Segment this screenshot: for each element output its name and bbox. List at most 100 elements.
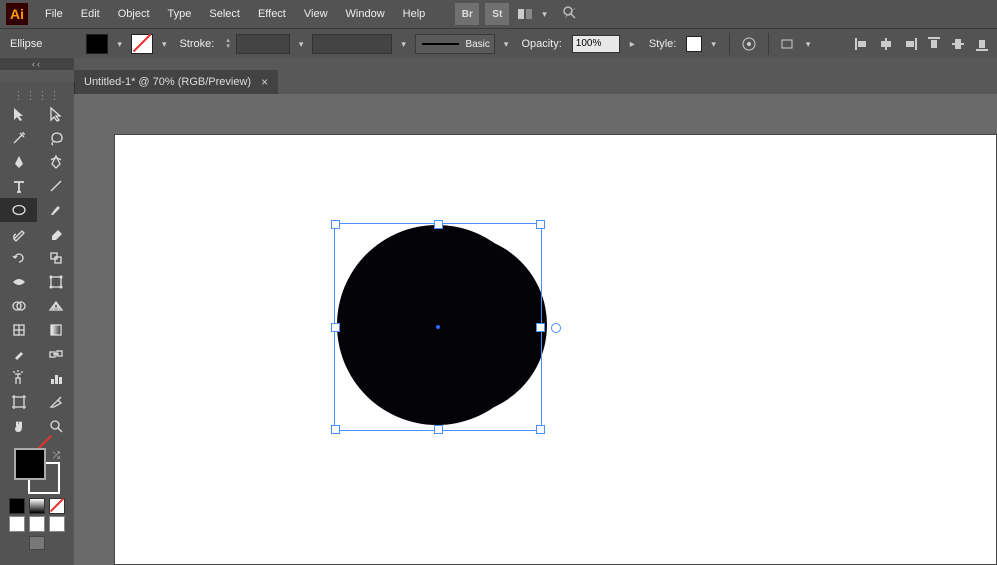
align-left-icon[interactable] [853, 35, 871, 53]
chevron-down-icon[interactable]: ▾ [401, 39, 406, 50]
lasso-tool[interactable] [37, 126, 74, 150]
menu-select[interactable]: Select [200, 0, 249, 28]
direct-selection-tool[interactable] [37, 102, 74, 126]
stroke-weight-field[interactable] [236, 34, 290, 54]
resize-handle-top-left[interactable] [331, 220, 340, 229]
menu-object[interactable]: Object [109, 0, 159, 28]
align-to-icon[interactable] [779, 35, 797, 53]
menu-file[interactable]: File [36, 0, 72, 28]
swap-fill-stroke-icon[interactable]: ⤮ [53, 450, 60, 461]
close-icon[interactable]: × [261, 70, 268, 94]
canvas-area[interactable] [74, 94, 997, 565]
menu-edit[interactable]: Edit [72, 0, 109, 28]
document-tabstrip: Untitled-1* @ 70% (RGB/Preview) × [74, 70, 278, 94]
eraser-tool[interactable] [37, 222, 74, 246]
screen-mode-button[interactable] [29, 536, 45, 550]
color-mode-solid[interactable] [9, 498, 25, 514]
rotate-tool[interactable] [0, 246, 37, 270]
variable-width-profile[interactable] [312, 34, 392, 54]
workspace-switcher[interactable]: ▾ [518, 7, 547, 21]
color-mode-row [0, 498, 74, 514]
artboard-tool[interactable] [0, 390, 37, 414]
pencil-tool[interactable] [0, 222, 37, 246]
arrange-icon [518, 7, 538, 21]
align-vcenter-icon[interactable] [949, 35, 967, 53]
shape-builder-tool[interactable] [0, 294, 37, 318]
curvature-tool[interactable] [37, 150, 74, 174]
color-mode-none[interactable] [49, 498, 65, 514]
draw-normal-icon[interactable] [9, 516, 25, 532]
style-label: Style: [645, 36, 681, 52]
pie-widget-handle[interactable] [551, 323, 561, 333]
panel-grip-icon[interactable]: ⋮⋮⋮⋮ [0, 89, 74, 102]
hand-tool[interactable] [0, 414, 37, 438]
type-tool[interactable] [0, 174, 37, 198]
free-transform-tool[interactable] [37, 270, 74, 294]
opacity-field[interactable]: 100% [572, 35, 620, 53]
chevron-down-icon[interactable]: ▾ [504, 39, 509, 50]
resize-handle-mid-left[interactable] [331, 323, 340, 332]
align-bottom-icon[interactable] [973, 35, 991, 53]
stock-icon[interactable]: St [485, 3, 509, 25]
selection-tool[interactable] [0, 102, 37, 126]
menu-type[interactable]: Type [159, 0, 201, 28]
perspective-grid-tool[interactable] [37, 294, 74, 318]
stroke-label: Stroke: [175, 36, 218, 52]
recolor-icon[interactable] [740, 35, 758, 53]
chevron-down-icon[interactable]: ▾ [299, 39, 304, 50]
align-hcenter-icon[interactable] [877, 35, 895, 53]
column-graph-tool[interactable] [37, 366, 74, 390]
fill-indicator[interactable] [14, 448, 46, 480]
resize-handle-mid-right[interactable] [536, 323, 545, 332]
align-right-icon[interactable] [901, 35, 919, 53]
fill-swatch[interactable] [86, 34, 108, 54]
selection-bounding-box[interactable] [334, 223, 542, 431]
menu-effect[interactable]: Effect [249, 0, 295, 28]
width-tool[interactable] [0, 270, 37, 294]
search-docs-icon[interactable] [561, 4, 579, 25]
magic-wand-tool[interactable] [0, 126, 37, 150]
opacity-flyout-icon[interactable]: ▸ [630, 39, 635, 50]
chevron-down-icon: ▾ [542, 9, 547, 20]
document-tab[interactable]: Untitled-1* @ 70% (RGB/Preview) × [74, 70, 278, 94]
control-bar: Ellipse ▾ ▾ Stroke: ▴▾ ▾ ▾ Basic ▾ Opaci… [0, 28, 997, 59]
blend-tool[interactable] [37, 342, 74, 366]
symbol-sprayer-tool[interactable] [0, 366, 37, 390]
tools-panel: ⋮⋮⋮⋮ [0, 82, 75, 565]
resize-handle-top-mid[interactable] [434, 220, 443, 229]
scale-tool[interactable] [37, 246, 74, 270]
align-top-icon[interactable] [925, 35, 943, 53]
stroke-swatch[interactable] [131, 34, 153, 54]
graphic-style-swatch[interactable] [686, 36, 702, 52]
gradient-tool[interactable] [37, 318, 74, 342]
shape-type-label: Ellipse [6, 36, 46, 52]
zoom-tool[interactable] [37, 414, 74, 438]
resize-handle-bottom-mid[interactable] [434, 425, 443, 434]
chevron-down-icon[interactable]: ▾ [162, 39, 167, 50]
color-mode-gradient[interactable] [29, 498, 45, 514]
line-tool[interactable] [37, 174, 74, 198]
fill-stroke-indicator[interactable]: ⤮ [14, 448, 60, 494]
resize-handle-bottom-left[interactable] [331, 425, 340, 434]
chevron-down-icon[interactable]: ▾ [711, 39, 716, 50]
bridge-icon[interactable]: Br [455, 3, 479, 25]
menu-help[interactable]: Help [394, 0, 435, 28]
chevron-down-icon[interactable]: ▾ [117, 39, 122, 50]
slice-tool[interactable] [37, 390, 74, 414]
draw-behind-icon[interactable] [29, 516, 45, 532]
pen-tool[interactable] [0, 150, 37, 174]
mesh-tool[interactable] [0, 318, 37, 342]
panel-collapse-handle[interactable]: ‹‹ [0, 58, 74, 70]
stroke-weight-stepper[interactable]: ▴▾ [226, 38, 230, 50]
draw-inside-icon[interactable] [49, 516, 65, 532]
ellipse-tool[interactable] [0, 198, 37, 222]
resize-handle-bottom-right[interactable] [536, 425, 545, 434]
chevron-down-icon[interactable]: ▾ [806, 39, 811, 50]
paintbrush-tool[interactable] [37, 198, 74, 222]
eyedropper-tool[interactable] [0, 342, 37, 366]
brush-definition[interactable]: Basic [415, 34, 495, 54]
resize-handle-top-right[interactable] [536, 220, 545, 229]
menu-window[interactable]: Window [337, 0, 394, 28]
artboard[interactable] [114, 134, 997, 565]
menu-view[interactable]: View [295, 0, 337, 28]
